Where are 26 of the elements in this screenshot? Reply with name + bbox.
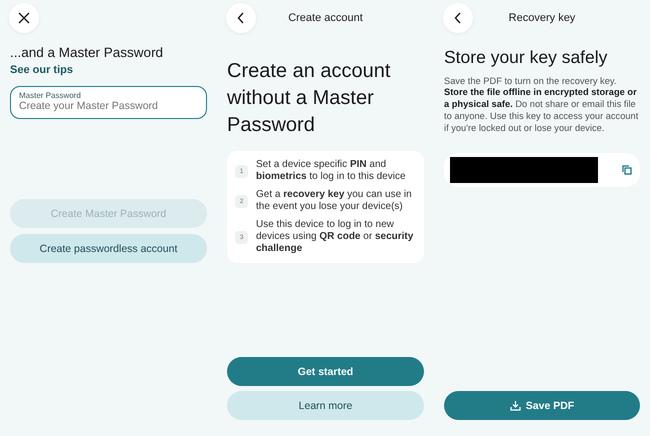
page-heading: Create an account without a Master Password [227, 59, 392, 138]
action-button[interactable]: Create passwordless account [10, 234, 207, 264]
screen-title: Create account [288, 12, 363, 24]
download-icon [510, 400, 521, 411]
copy-icon [622, 164, 632, 175]
password-field[interactable]: Master Password Create your Master Password [10, 86, 207, 120]
step-text: Set a device specific PIN and biometrics to log in to this device [256, 159, 407, 183]
step-text: Get a recovery key you can use in the event you lose your device(s) [256, 189, 413, 213]
tips-link[interactable]: See our tips [10, 64, 207, 76]
back-button[interactable] [226, 3, 256, 33]
save-pdf-button[interactable]: Save PDF [444, 391, 640, 420]
step-text: Use this device to log in to new devices using QR code or security challenge [256, 219, 414, 255]
field-label: Master Password [19, 91, 82, 100]
back-button[interactable] [443, 3, 473, 33]
instructions-paragraph: Save the PDF to turn on the recovery key. Store the file offline in encrypted storage or a physical safe. Do not share or email this file to anyone. Use this key to access your account if you're locked out or lose your device. [444, 76, 640, 135]
back-icon [454, 12, 462, 24]
close-icon [18, 12, 30, 24]
back-icon [237, 12, 245, 24]
close-button[interactable] [9, 3, 39, 33]
page-heading: Store your key safely [444, 46, 608, 69]
primary-button[interactable]: Get started [227, 357, 424, 386]
screen-title: Recovery key [508, 12, 576, 24]
secondary-button[interactable]: Learn more [227, 391, 424, 420]
copy-button[interactable] [622, 164, 632, 175]
section-heading: ...and a Master Password [10, 44, 164, 62]
password-input[interactable]: Create your Master Password [19, 100, 198, 112]
